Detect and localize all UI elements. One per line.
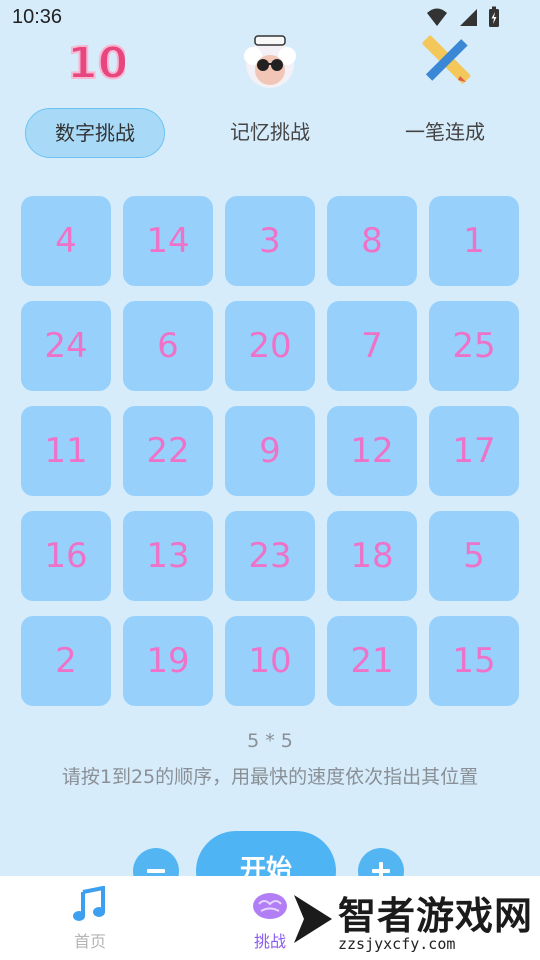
status-icons [426, 6, 500, 28]
grid-cell[interactable]: 10 [225, 616, 315, 706]
watermark-url: zzsjyxcfy.com [338, 935, 456, 953]
number-10-icon[interactable]: 10 [63, 30, 125, 92]
grid-cell[interactable]: 24 [21, 301, 111, 391]
music-note-icon [73, 886, 105, 921]
grid-cell[interactable]: 21 [327, 616, 417, 706]
grid-cell[interactable]: 18 [327, 511, 417, 601]
grid-cell[interactable]: 17 [429, 406, 519, 496]
grid-cell[interactable]: 14 [123, 196, 213, 286]
grid-cell[interactable]: 2 [21, 616, 111, 706]
grid-cell[interactable]: 5 [429, 511, 519, 601]
grid-cell[interactable]: 4 [21, 196, 111, 286]
mode-tabs: 数字挑战 记忆挑战 一笔连成 [0, 108, 540, 158]
tab-number-challenge[interactable]: 数字挑战 [25, 108, 165, 158]
grid-cell[interactable]: 15 [429, 616, 519, 706]
tab-one-stroke[interactable]: 一笔连成 [375, 108, 515, 156]
grid-cell[interactable]: 11 [21, 406, 111, 496]
svg-text:10: 10 [67, 38, 125, 89]
watermark-text: 智者游戏网 [338, 894, 534, 938]
grid-cell[interactable]: 12 [327, 406, 417, 496]
nav-home[interactable]: 首页 [30, 876, 150, 960]
grid-cell[interactable]: 1 [429, 196, 519, 286]
sheep-sunglasses-icon[interactable] [239, 30, 301, 92]
grid-cell[interactable]: 6 [123, 301, 213, 391]
grid-cell[interactable]: 3 [225, 196, 315, 286]
watermark: 智者游戏网 zzsjyxcfy.com [290, 885, 540, 960]
grid-cell[interactable]: 19 [123, 616, 213, 706]
grid-cell[interactable]: 13 [123, 511, 213, 601]
battery-icon [489, 6, 499, 27]
grid-cell[interactable]: 16 [21, 511, 111, 601]
wifi-icon [427, 8, 447, 26]
status-time: 10:36 [12, 6, 63, 28]
instructions-text: 请按1到25的顺序，用最快的速度依次指出其位置 [61, 766, 479, 788]
pencil-ruler-icon[interactable] [414, 30, 476, 92]
grid-cell[interactable]: 7 [327, 301, 417, 391]
grid-cell[interactable]: 25 [429, 301, 519, 391]
grid-cell[interactable]: 20 [225, 301, 315, 391]
grid-size-label: 5 * 5 [247, 730, 293, 752]
watermark-logo-icon [294, 895, 332, 943]
grid-cell[interactable]: 9 [225, 406, 315, 496]
grid-cell[interactable]: 23 [225, 511, 315, 601]
tab-memory-challenge[interactable]: 记忆挑战 [200, 108, 340, 156]
signal-icon [460, 9, 477, 26]
top-icons-row: 10 [0, 30, 540, 92]
nav-home-label: 首页 [73, 932, 106, 951]
grid-cell[interactable]: 22 [123, 406, 213, 496]
brain-icon [253, 893, 287, 919]
grid-cell[interactable]: 8 [327, 196, 417, 286]
